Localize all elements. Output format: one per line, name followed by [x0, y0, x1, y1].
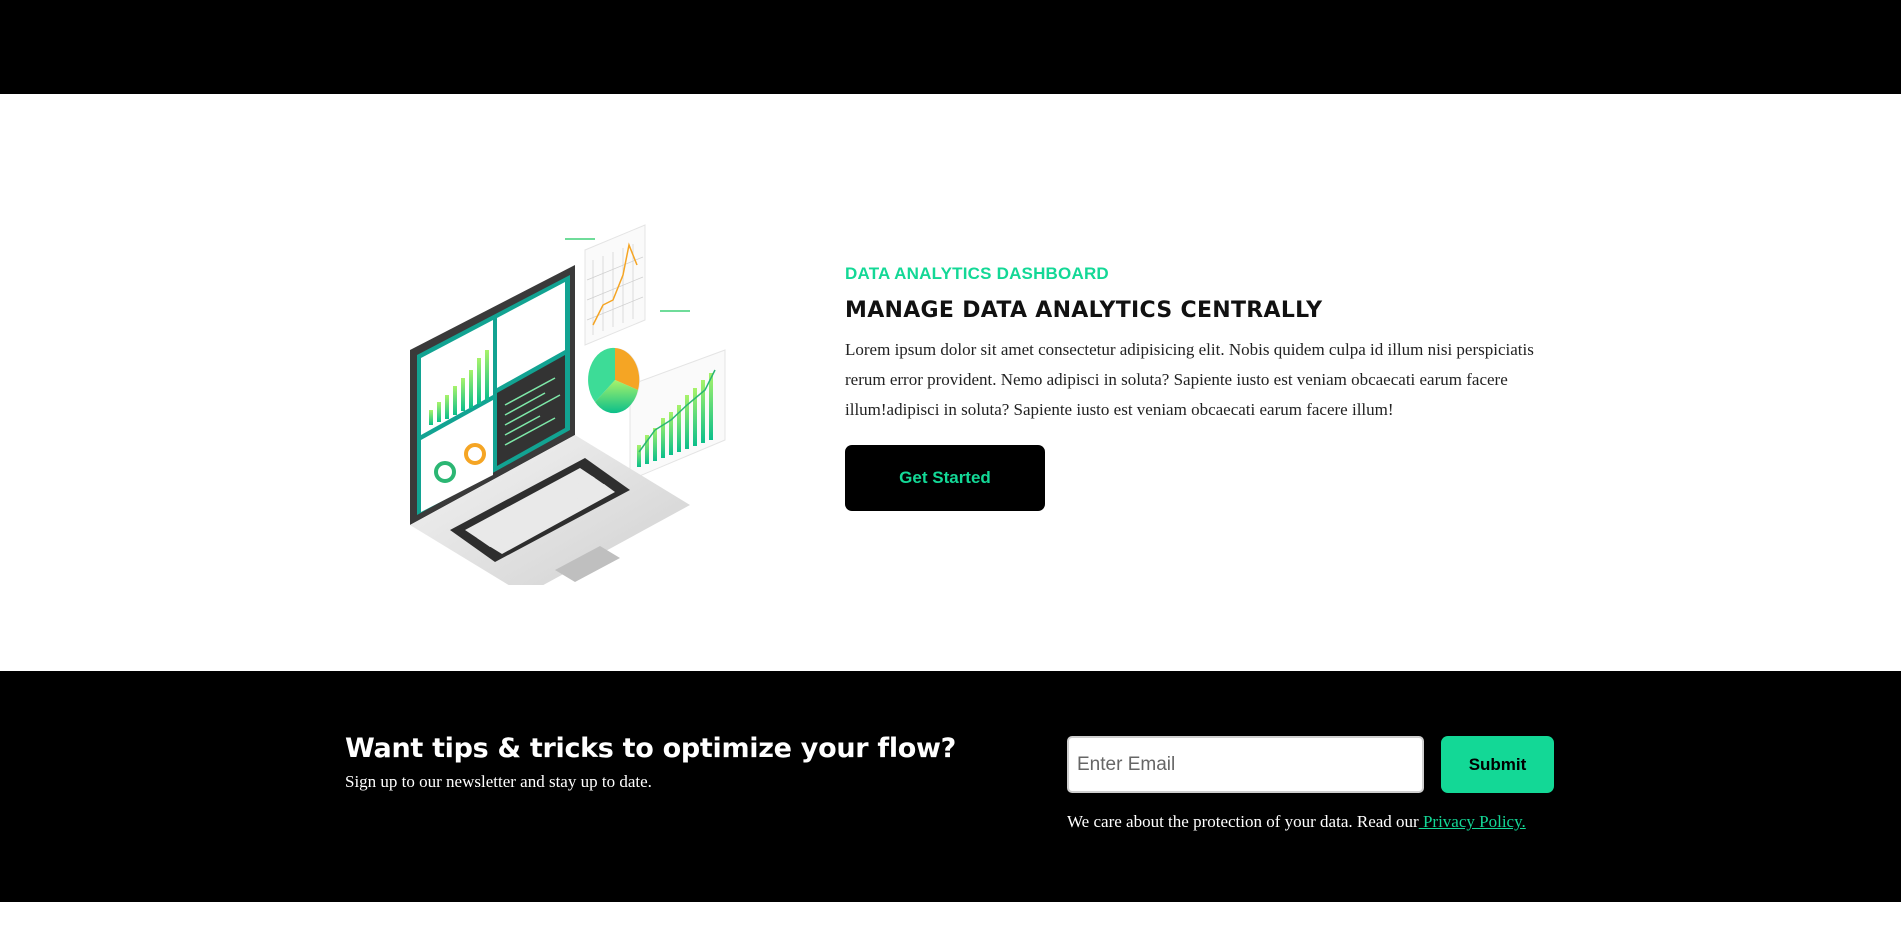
submit-button[interactable]: Submit — [1441, 736, 1554, 793]
hero-eyebrow: DATA ANALYTICS DASHBOARD — [845, 264, 1109, 283]
top-header-bar — [0, 0, 1901, 94]
privacy-policy-link[interactable]: Privacy Policy. — [1419, 812, 1526, 831]
laptop-analytics-illustration — [405, 101, 745, 595]
newsletter-section: Want tips & tricks to optimize your flow… — [0, 671, 1901, 902]
privacy-note-text: We care about the protection of your dat… — [1067, 812, 1419, 831]
hero-body-text: Lorem ipsum dolor sit amet consectetur a… — [845, 340, 1534, 419]
get-started-button[interactable]: Get Started — [845, 445, 1045, 511]
hero-text-block: DATA ANALYTICS DASHBOARD MANAGE DATA ANA… — [845, 264, 1545, 511]
privacy-note: We care about the protection of your dat… — [1067, 812, 1526, 832]
newsletter-title: Want tips & tricks to optimize your flow… — [345, 733, 957, 764]
hero-section: DATA ANALYTICS DASHBOARD MANAGE DATA ANA… — [0, 94, 1901, 671]
newsletter-subtitle: Sign up to our newsletter and stay up to… — [345, 772, 652, 791]
email-input[interactable] — [1067, 736, 1424, 793]
hero-headline: MANAGE DATA ANALYTICS CENTRALLY — [845, 298, 1323, 323]
